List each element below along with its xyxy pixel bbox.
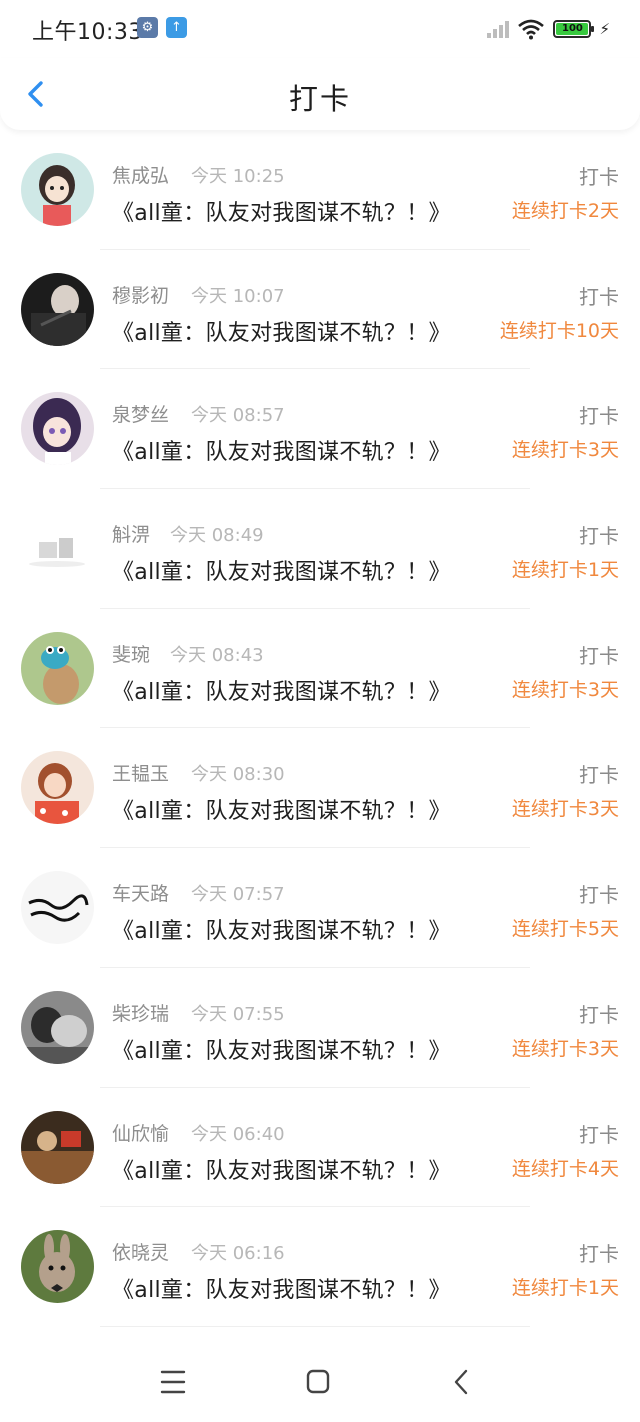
checkin-tag: 打卡 — [579, 1242, 619, 1267]
list-item[interactable]: 斛淠 今天 08:49 《all童：队友对我图谋不轨？！》 打卡 连续打卡1天 — [0, 489, 640, 609]
user-name: 穆影初 — [112, 284, 170, 307]
checkin-list: 焦成弘 今天 10:25 《all童：队友对我图谋不轨？！》 打卡 连续打卡2天… — [0, 130, 640, 1327]
upload-icon: ↑ — [166, 17, 187, 38]
streak-label: 连续打卡3天 — [511, 1037, 619, 1060]
checkin-tag: 打卡 — [579, 284, 619, 309]
book-title[interactable]: 《all童：队友对我图谋不轨？！》 — [112, 1272, 451, 1304]
list-item[interactable]: 穆影初 今天 10:07 《all童：队友对我图谋不轨？！》 打卡 连续打卡10… — [0, 250, 640, 370]
book-title[interactable]: 《all童：队友对我图谋不轨？！》 — [112, 315, 451, 347]
user-name: 王韫玉 — [112, 763, 170, 786]
streak-label: 连续打卡3天 — [511, 798, 619, 821]
avatar[interactable] — [21, 512, 94, 586]
checkin-tag: 打卡 — [579, 1122, 619, 1147]
avatar[interactable] — [21, 1110, 94, 1184]
streak-label: 连续打卡1天 — [511, 559, 619, 582]
checkin-tag: 打卡 — [579, 404, 619, 429]
system-navbar — [0, 1340, 640, 1422]
home-icon[interactable] — [298, 1366, 338, 1398]
signal-icon — [487, 20, 510, 38]
book-title[interactable]: 《all童：队友对我图谋不轨？！》 — [112, 793, 451, 825]
streak-label: 连续打卡3天 — [511, 439, 619, 462]
book-title[interactable]: 《all童：队友对我图谋不轨？！》 — [112, 554, 451, 586]
user-name: 依晓灵 — [112, 1242, 170, 1265]
user-name: 柴珍瑞 — [112, 1002, 170, 1025]
list-item[interactable]: 泉梦丝 今天 08:57 《all童：队友对我图谋不轨？！》 打卡 连续打卡3天 — [0, 369, 640, 490]
book-title[interactable]: 《all童：队友对我图谋不轨？！》 — [112, 913, 451, 945]
avatar[interactable] — [21, 392, 94, 466]
book-title[interactable]: 《all童：队友对我图谋不轨？！》 — [112, 674, 451, 706]
back-icon[interactable] — [442, 1366, 482, 1398]
checkin-time: 今天 08:43 — [170, 644, 264, 666]
user-name: 仙欣愉 — [112, 1122, 170, 1145]
avatar[interactable] — [21, 751, 94, 825]
checkin-tag: 打卡 — [579, 763, 619, 788]
header: 打卡 — [0, 58, 640, 130]
list-item[interactable]: 焦成弘 今天 10:25 《all童：队友对我图谋不轨？！》 打卡 连续打卡2天 — [0, 130, 640, 250]
list-item[interactable]: 依晓灵 今天 06:16 《all童：队友对我图谋不轨？！》 打卡 连续打卡1天 — [0, 1207, 640, 1327]
status-time: 上午10:33 — [32, 20, 143, 45]
battery-icon: 100 — [553, 20, 595, 38]
avatar[interactable] — [21, 631, 94, 705]
streak-label: 连续打卡1天 — [511, 1277, 619, 1300]
user-name: 车天路 — [112, 883, 170, 906]
checkin-time: 今天 07:55 — [191, 1003, 285, 1025]
avatar[interactable] — [21, 153, 94, 226]
wifi-icon — [518, 19, 545, 40]
user-name: 泉梦丝 — [112, 404, 170, 427]
checkin-time: 今天 10:07 — [191, 285, 285, 307]
checkin-tag: 打卡 — [579, 883, 619, 908]
streak-label: 连续打卡4天 — [511, 1157, 619, 1180]
streak-label: 连续打卡2天 — [511, 200, 619, 222]
settings-icon: ⚙ — [137, 17, 158, 38]
charging-icon: ⚡ — [599, 20, 610, 38]
avatar[interactable] — [21, 1230, 94, 1304]
status-icons: 100 ⚡ — [487, 16, 610, 42]
menu-icon[interactable] — [153, 1366, 193, 1398]
checkin-tag: 打卡 — [579, 643, 619, 668]
list-item[interactable]: 斐琬 今天 08:43 《all童：队友对我图谋不轨？！》 打卡 连续打卡3天 — [0, 609, 640, 729]
book-title[interactable]: 《all童：队友对我图谋不轨？！》 — [112, 1153, 451, 1185]
user-name: 焦成弘 — [112, 165, 170, 187]
checkin-time: 今天 06:40 — [191, 1123, 285, 1145]
list-item[interactable]: 仙欣愉 今天 06:40 《all童：队友对我图谋不轨？！》 打卡 连续打卡4天 — [0, 1088, 640, 1208]
list-item[interactable]: 车天路 今天 07:57 《all童：队友对我图谋不轨？！》 打卡 连续打卡5天 — [0, 848, 640, 968]
checkin-time: 今天 06:16 — [191, 1243, 285, 1265]
avatar[interactable] — [21, 990, 94, 1064]
checkin-time: 今天 08:57 — [191, 405, 285, 427]
list-item[interactable]: 柴珍瑞 今天 07:55 《all童：队友对我图谋不轨？！》 打卡 连续打卡3天 — [0, 968, 640, 1088]
battery-level: 100 — [556, 23, 589, 35]
book-title[interactable]: 《all童：队友对我图谋不轨？！》 — [112, 1033, 451, 1065]
book-title[interactable]: 《all童：队友对我图谋不轨？！》 — [112, 434, 451, 466]
checkin-time: 今天 08:49 — [170, 525, 264, 547]
streak-label: 连续打卡3天 — [511, 678, 619, 701]
checkin-tag: 打卡 — [579, 165, 619, 189]
checkin-time: 今天 08:30 — [191, 764, 285, 786]
page-title: 打卡 — [288, 82, 351, 116]
list-item[interactable]: 王韫玉 今天 08:30 《all童：队友对我图谋不轨？！》 打卡 连续打卡3天 — [0, 728, 640, 849]
streak-label: 连续打卡5天 — [511, 918, 619, 941]
checkin-tag: 打卡 — [579, 1002, 619, 1027]
checkin-tag: 打卡 — [579, 524, 619, 549]
book-title[interactable]: 《all童：队友对我图谋不轨？！》 — [112, 195, 451, 227]
user-name: 斐琬 — [112, 643, 151, 666]
checkin-time: 今天 10:25 — [191, 166, 285, 187]
streak-label: 连续打卡10天 — [499, 319, 619, 342]
avatar[interactable] — [21, 272, 94, 346]
user-name: 斛淠 — [112, 524, 151, 547]
checkin-time: 今天 07:57 — [191, 884, 285, 906]
status-bar: 上午10:33 ⚙ ↑ 100 ⚡ — [0, 0, 640, 58]
divider — [100, 1325, 530, 1327]
avatar[interactable] — [21, 871, 94, 945]
